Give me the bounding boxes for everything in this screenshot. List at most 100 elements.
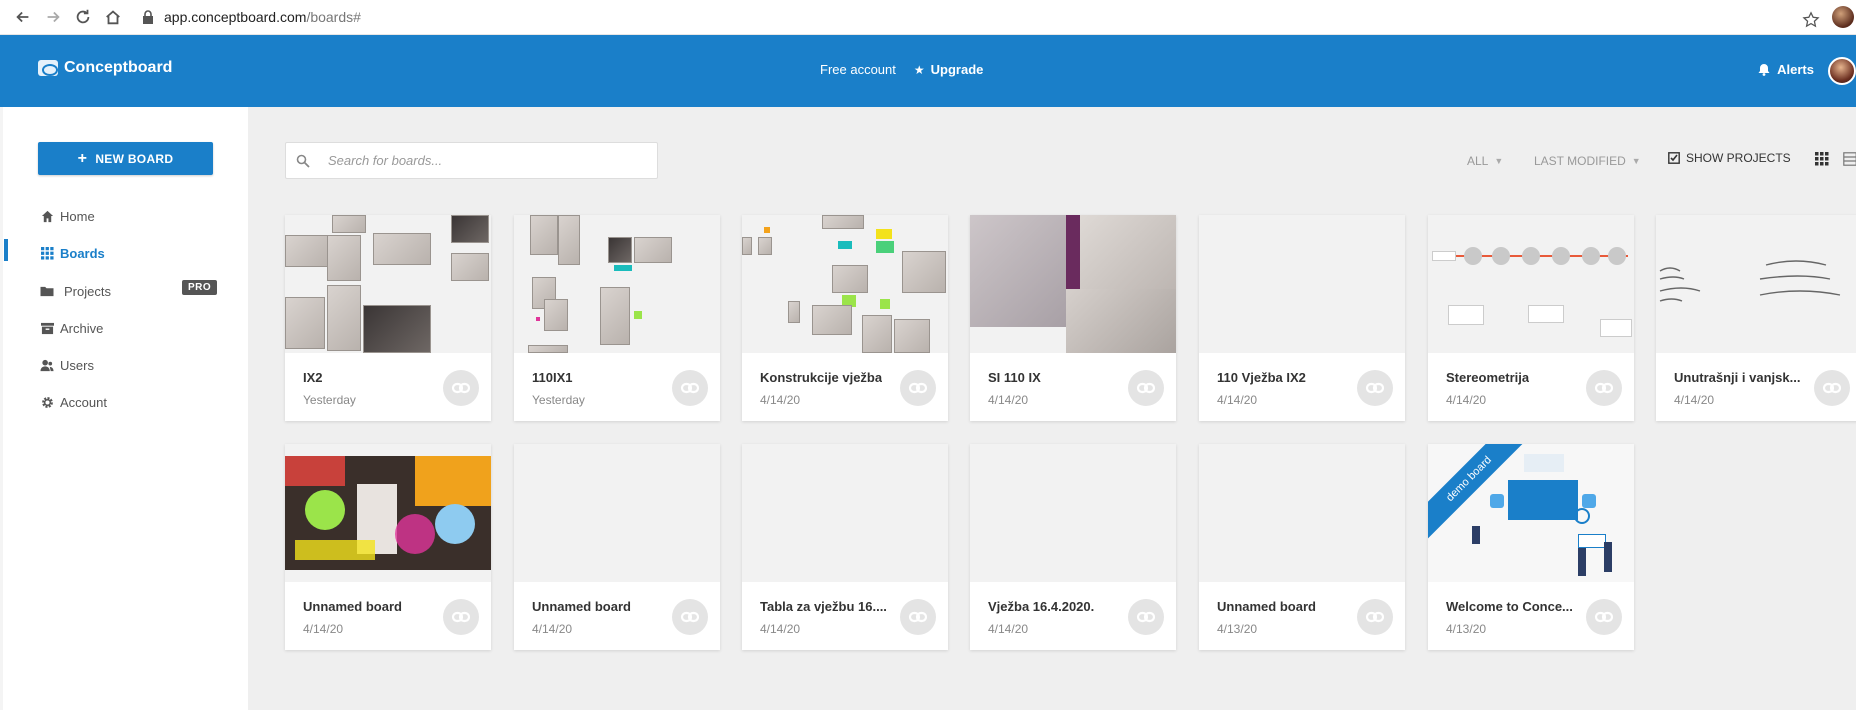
home-browser-icon[interactable] (98, 2, 128, 32)
board-thumbnail (514, 444, 720, 582)
board-date: 4/13/20 (1446, 622, 1487, 636)
star-icon: ★ (913, 62, 925, 77)
board-card[interactable]: Unnamed board 4/14/20 (285, 444, 491, 650)
caret-down-icon: ▼ (1631, 156, 1641, 166)
search-box[interactable] (285, 142, 658, 179)
upgrade-label: Upgrade (930, 62, 984, 77)
show-projects-toggle[interactable]: SHOW PROJECTS (1668, 151, 1791, 165)
share-link-icon[interactable] (672, 370, 708, 406)
board-thumbnail (1199, 444, 1405, 582)
board-thumbnail (1199, 215, 1405, 353)
share-link-icon[interactable] (1128, 370, 1164, 406)
board-card[interactable]: demo board Welcome to Conce... 4/13/20 (1428, 444, 1634, 650)
user-avatar[interactable] (1828, 57, 1856, 85)
share-link-icon[interactable] (443, 370, 479, 406)
browser-profile-avatar[interactable] (1832, 6, 1854, 28)
brand-name: Conceptboard (64, 59, 173, 76)
board-card[interactable]: IX2 Yesterday (285, 215, 491, 421)
reload-icon[interactable] (68, 2, 98, 32)
sidebar-item-projects[interactable]: Projects (40, 281, 111, 301)
share-link-icon[interactable] (900, 599, 936, 635)
plus-icon: + (77, 149, 88, 167)
upgrade-link[interactable]: ★ Upgrade (914, 62, 984, 77)
board-name: 110 Vježba IX2 (1217, 370, 1306, 385)
app-header: Conceptboard Free account ★ Upgrade Aler… (0, 35, 1856, 107)
board-card[interactable]: Tabla za vježbu 16.... 4/14/20 (742, 444, 948, 650)
board-thumbnail (285, 215, 491, 353)
board-thumbnail (1428, 215, 1634, 353)
grid-view-icon[interactable] (1815, 152, 1829, 166)
board-card[interactable]: SI 110 IX 4/14/20 (970, 215, 1176, 421)
share-link-icon[interactable] (1586, 599, 1622, 635)
bell-icon (1758, 64, 1770, 76)
board-name: Unnamed board (532, 599, 631, 614)
share-link-icon[interactable] (1357, 599, 1393, 635)
board-name: 110IX1 (532, 370, 573, 385)
archive-icon (40, 321, 54, 335)
board-date: 4/14/20 (303, 622, 344, 636)
board-name: Unnamed board (303, 599, 402, 614)
share-link-icon[interactable] (443, 599, 479, 635)
board-card[interactable]: 110IX1 Yesterday (514, 215, 720, 421)
board-name: SI 110 IX (988, 370, 1041, 385)
filter-all-dropdown[interactable]: ALL ▼ (1467, 154, 1503, 168)
board-card[interactable]: Unnamed board 4/13/20 (1199, 444, 1405, 650)
board-date: 4/13/20 (1217, 622, 1258, 636)
board-date: 4/14/20 (1674, 393, 1715, 407)
board-date: 4/14/20 (988, 393, 1029, 407)
url-host: app.conceptboard.com (164, 9, 307, 25)
board-name: Unnamed board (1217, 599, 1316, 614)
share-link-icon[interactable] (1814, 370, 1850, 406)
new-board-label: NEW BOARD (95, 151, 174, 166)
bookmark-star-icon[interactable] (1796, 5, 1826, 35)
boards-main: ALL ▼ LAST MODIFIED ▼ SHOW PROJECTS IX2 Ye… (248, 107, 1856, 710)
board-card[interactable]: Konstrukcije vježba 4/14/20 (742, 215, 948, 421)
share-link-icon[interactable] (1586, 370, 1622, 406)
sidebar-item-account[interactable]: Account (40, 392, 107, 412)
sidebar-item-users[interactable]: Users (40, 355, 94, 375)
sidebar-item-home[interactable]: Home (40, 206, 95, 226)
sidebar-item-label: Archive (60, 320, 104, 336)
board-date: 4/14/20 (760, 622, 801, 636)
sidebar-item-archive[interactable]: Archive (40, 318, 103, 338)
board-date: 4/14/20 (1217, 393, 1258, 407)
board-date: 4/14/20 (988, 622, 1029, 636)
board-thumbnail (970, 444, 1176, 582)
url-path: /boards# (306, 9, 361, 25)
board-card[interactable]: Stereometrija 4/14/20 (1428, 215, 1634, 421)
share-link-icon[interactable] (672, 599, 708, 635)
board-card[interactable]: Vježba 16.4.2020. 4/14/20 (970, 444, 1176, 650)
board-name: Tabla za vježbu 16.... (760, 599, 887, 614)
board-thumbnail (514, 215, 720, 353)
back-icon[interactable] (8, 2, 38, 32)
share-link-icon[interactable] (1128, 599, 1164, 635)
board-thumbnail (742, 215, 948, 353)
sidebar: + NEW BOARD Home Boards Projects PRO Arc… (0, 107, 248, 710)
alerts-label: Alerts (1777, 62, 1814, 77)
sidebar-edge (0, 107, 3, 710)
sidebar-item-boards[interactable]: Boards (40, 243, 105, 263)
new-board-button[interactable]: + NEW BOARD (38, 142, 213, 175)
share-link-icon[interactable] (1357, 370, 1393, 406)
plan-info: Free account ★ Upgrade (820, 62, 983, 77)
board-name: Vježba 16.4.2020. (988, 599, 1095, 614)
board-card[interactable]: Unnamed board 4/14/20 (514, 444, 720, 650)
caret-down-icon: ▼ (1494, 156, 1504, 166)
board-card[interactable]: 110 Vježba IX2 4/14/20 (1199, 215, 1405, 421)
share-link-icon[interactable] (900, 370, 936, 406)
sort-dropdown[interactable]: LAST MODIFIED ▼ (1534, 154, 1641, 168)
alerts-button[interactable]: Alerts (1758, 62, 1814, 77)
forward-icon[interactable] (38, 2, 68, 32)
sidebar-item-label: Account (60, 394, 107, 410)
search-input[interactable] (328, 153, 628, 168)
board-card[interactable]: Unutrašnji i vanjsk... 4/14/20 (1656, 215, 1856, 421)
board-name: Stereometrija (1446, 370, 1530, 385)
sort-label: LAST MODIFIED (1534, 154, 1626, 168)
list-view-icon[interactable] (1843, 152, 1856, 166)
board-thumbnail (970, 215, 1176, 353)
browser-toolbar: app.conceptboard.com/boards# (0, 0, 1856, 35)
grid-icon (40, 246, 54, 260)
brand-logo[interactable]: Conceptboard (38, 59, 172, 77)
address-bar[interactable]: app.conceptboard.com/boards# (142, 9, 361, 25)
board-thumbnail: demo board (1428, 444, 1634, 582)
